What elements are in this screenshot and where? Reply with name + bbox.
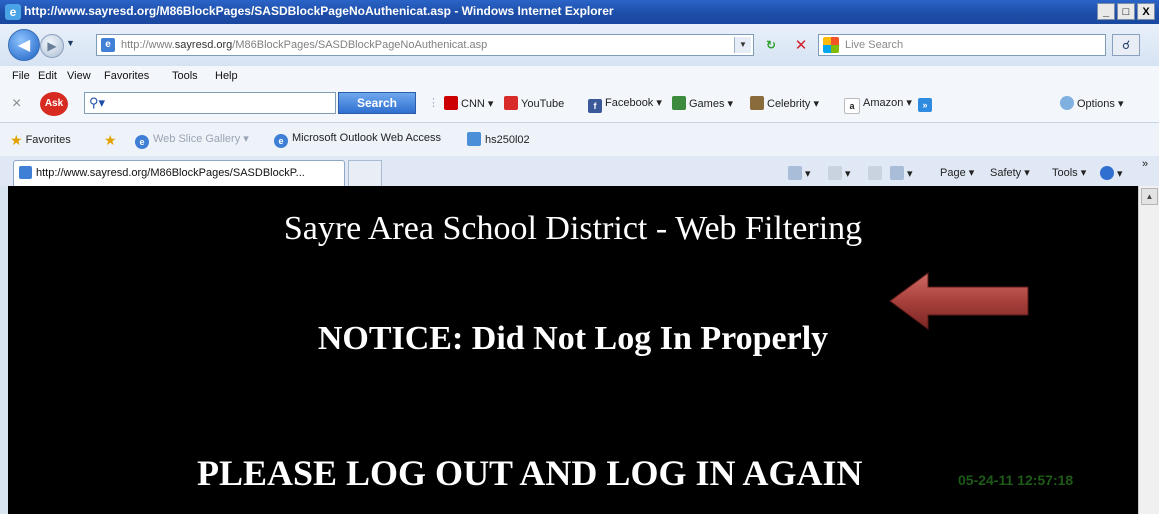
games-icon (672, 96, 686, 110)
address-bar[interactable]: e http://www.sayresd.org/M86BlockPages/S… (96, 34, 754, 56)
youtube-icon (504, 96, 518, 110)
url-prefix: http://www. (121, 39, 175, 51)
ask-toolbar: × Ask ⚲▾ Search ⋮ CNN ▾ YouTube f Faceboo… (0, 86, 1159, 123)
favorites-button[interactable]: ★ Favorites (10, 132, 71, 149)
instruction-message: PLEASE LOG OUT AND LOG IN AGAIN (197, 453, 863, 493)
toolbar-options[interactable]: Options ▾ (1060, 96, 1124, 110)
maximize-button[interactable]: □ (1117, 3, 1135, 20)
notice-message: NOTICE: Did Not Log In Properly (317, 320, 829, 357)
favorites-item-label: Microsoft Outlook Web Access (292, 132, 441, 144)
toolbar-item-cnn[interactable]: CNN ▾ (444, 96, 493, 110)
celebrity-icon (750, 96, 764, 110)
refresh-icon[interactable]: ↻ (760, 34, 782, 56)
toolbar-item-celebrity[interactable]: Celebrity ▾ (750, 96, 819, 110)
home-icon[interactable]: ▾ (788, 166, 811, 180)
ask-logo-icon[interactable]: Ask (40, 92, 68, 116)
toolbar-search-button[interactable]: Search (338, 92, 416, 114)
url-path: /M86BlockPages/SASDBlockPageNoAuthenicat… (232, 39, 488, 51)
minimize-button[interactable]: _ (1097, 3, 1115, 20)
toolbar-item-label: YouTube (521, 98, 565, 110)
toolbar-item-amazon[interactable]: a Amazon ▾ (844, 96, 912, 114)
menu-edit[interactable]: Edit (38, 70, 57, 82)
favorites-item-hs250l02[interactable]: hs250l02 (467, 132, 530, 146)
help-icon[interactable]: ▾ (1100, 166, 1123, 180)
facebook-icon: f (588, 99, 602, 113)
url-domain: sayresd.org (174, 39, 233, 51)
page-title: Sayre Area School District - Web Filteri… (283, 210, 863, 247)
window-title: http://www.sayresd.org/M86BlockPages/SAS… (24, 4, 614, 18)
page-content: Sayre Area School District - Web Filteri… (8, 186, 1138, 514)
tab-title: http://www.sayresd.org/M86BlockPages/SAS… (36, 167, 305, 179)
menu-bar: File Edit View Favorites Tools Help (0, 66, 1159, 86)
timestamp: 05-24-11 12:57:18 (958, 472, 1074, 488)
toolbar-item-games[interactable]: Games ▾ (672, 96, 733, 110)
title-bar: e http://www.sayresd.org/M86BlockPages/S… (0, 0, 1159, 24)
amazon-icon: a (844, 98, 860, 114)
favorites-item-label: hs250l02 (485, 134, 530, 146)
close-toolbar-icon[interactable]: × (12, 95, 21, 113)
print-icon[interactable]: ▾ (890, 166, 913, 180)
live-search-box[interactable]: Live Search (818, 34, 1106, 56)
mail-icon[interactable] (868, 166, 882, 180)
tab-active[interactable]: http://www.sayresd.org/M86BlockPages/SAS… (13, 160, 345, 186)
menu-tools[interactable]: Tools (172, 70, 198, 82)
favorites-item-label: Web Slice Gallery ▾ (153, 133, 249, 145)
link-icon (467, 132, 481, 146)
address-url[interactable]: http://www.sayresd.org/M86BlockPages/SAS… (121, 39, 487, 51)
safety-menu[interactable]: Safety ▾ (990, 166, 1030, 179)
separator-icon: ⋮ (428, 97, 439, 109)
add-favorite-icon[interactable]: ★ (104, 132, 120, 149)
toolbar-item-facebook[interactable]: f Facebook ▾ (588, 96, 662, 113)
page-menu[interactable]: Page ▾ (940, 166, 974, 179)
options-gear-icon (1060, 96, 1074, 110)
toolbar-item-label: CNN ▾ (461, 98, 494, 110)
ie-logo-icon: e (5, 4, 21, 20)
menu-favorites[interactable]: Favorites (104, 70, 149, 82)
live-search-logo-icon (823, 37, 839, 53)
cnn-icon (444, 96, 458, 110)
feeds-icon[interactable]: ▾ (828, 166, 851, 180)
tab-bar: http://www.sayresd.org/M86BlockPages/SAS… (0, 156, 1159, 186)
toolbar-item-label: Games ▾ (689, 98, 734, 110)
menu-view[interactable]: View (67, 70, 91, 82)
tab-page-icon (19, 166, 32, 179)
chevron-more-icon[interactable]: » (1142, 158, 1148, 170)
scroll-up-icon[interactable]: ▲ (1141, 188, 1158, 205)
favorites-item-outlook[interactable]: e Microsoft Outlook Web Access (274, 132, 441, 148)
address-toolbar: ◀ ▶ ▼ e http://www.sayresd.org/M86BlockP… (0, 24, 1159, 66)
browser-window: e http://www.sayresd.org/M86BlockPages/S… (0, 0, 1159, 514)
forward-button[interactable]: ▶ (40, 34, 64, 58)
toolbar-more-icon[interactable]: » (918, 96, 935, 112)
magnifier-icon: ⚲▾ (89, 95, 106, 110)
favorites-item-web-slice-gallery[interactable]: e Web Slice Gallery ▾ (135, 132, 249, 149)
toolbar-search-input[interactable]: ⚲▾ (84, 92, 336, 114)
toolbar-item-youtube[interactable]: YouTube (504, 96, 564, 110)
vertical-scrollbar[interactable]: ▲ (1138, 186, 1159, 514)
tools-menu[interactable]: Tools ▾ (1052, 166, 1086, 179)
window-controls: _ □ X (1097, 3, 1155, 20)
ie-page-icon: e (135, 135, 149, 149)
back-button[interactable]: ◀ (8, 29, 40, 61)
menu-help[interactable]: Help (215, 70, 238, 82)
address-dropdown[interactable]: ▼ (734, 37, 751, 53)
new-tab-button[interactable] (348, 160, 382, 186)
stop-icon[interactable]: ✕ (790, 34, 812, 56)
toolbar-item-label: Facebook ▾ (605, 97, 662, 109)
recent-pages-dropdown[interactable]: ▼ (66, 38, 75, 48)
toolbar-item-label: Amazon ▾ (863, 97, 912, 109)
menu-file[interactable]: File (12, 70, 30, 82)
search-icon[interactable]: ☌ (1112, 34, 1140, 56)
favorites-bar: ★ Favorites ★ e Web Slice Gallery ▾ e Micro… (0, 123, 1159, 156)
live-search-placeholder[interactable]: Live Search (845, 39, 903, 51)
toolbar-item-label: Celebrity ▾ (767, 98, 819, 110)
favorites-label: Favorites (25, 134, 71, 146)
page-icon: e (101, 38, 115, 52)
options-label: Options (1077, 98, 1115, 110)
close-button[interactable]: X (1137, 3, 1155, 20)
ie-page-icon: e (274, 134, 288, 148)
favorites-star-icon: ★ (10, 132, 23, 148)
